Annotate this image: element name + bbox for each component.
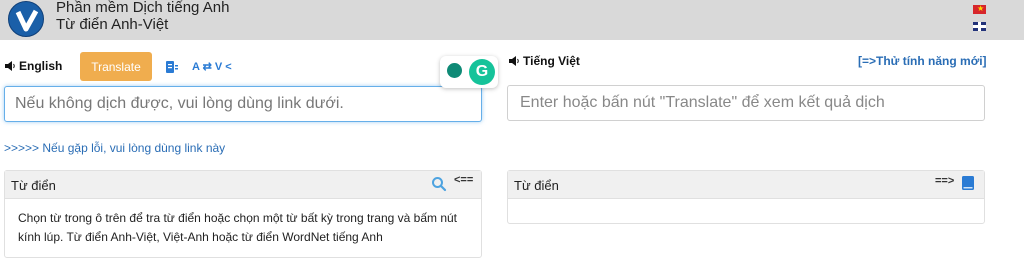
try-new-feature-link[interactable]: [=>Thử tính năng mới]: [858, 54, 987, 68]
app-title: Phần mềm Dịch tiếng Anh: [56, 0, 230, 16]
search-icon[interactable]: [431, 176, 447, 192]
vietnam-flag-icon[interactable]: ★: [973, 4, 986, 14]
right-dictionary-title: Từ điển: [514, 178, 559, 193]
grammarly-widget[interactable]: G: [440, 56, 498, 88]
source-text-input[interactable]: [4, 86, 482, 122]
app-subtitle: Từ điển Anh-Việt: [56, 16, 169, 33]
uk-flag-icon[interactable]: [973, 22, 986, 31]
translate-button[interactable]: Translate: [80, 52, 152, 81]
left-dictionary-body: Chọn từ trong ô trên để tra từ điển hoặc…: [18, 211, 458, 244]
grammarly-icon[interactable]: G: [469, 59, 495, 85]
speaker-icon[interactable]: [508, 55, 520, 67]
swap-language-button[interactable]: A ⇄ V <: [192, 60, 232, 73]
right-dictionary-arrow[interactable]: ==>: [935, 175, 954, 187]
book-icon[interactable]: [961, 175, 975, 191]
source-language-label: English: [4, 59, 62, 73]
lightbulb-icon[interactable]: [447, 63, 462, 78]
target-language-text: Tiếng Việt: [523, 54, 580, 68]
left-dictionary-header: Từ điển <==: [5, 171, 481, 199]
translation-output: Enter hoặc bấn nút "Translate" để xem kế…: [507, 85, 985, 121]
error-fallback-link[interactable]: >>>>> Nếu gặp lỗi, vui lòng dùng link nà…: [4, 141, 225, 155]
left-dictionary-panel: Từ điển <== Chọn từ trong ô trên để tra …: [4, 170, 482, 258]
right-dictionary-header: Từ điển ==>: [508, 171, 984, 199]
left-dictionary-title: Từ điển: [11, 178, 56, 193]
right-dictionary-panel: Từ điển ==>: [507, 170, 985, 224]
app-header: Phần mềm Dịch tiếng Anh Từ điển Anh-Việt…: [0, 0, 1024, 40]
logo-v-icon: [8, 1, 44, 37]
speaker-icon[interactable]: [4, 60, 16, 72]
source-language-text: English: [19, 59, 63, 73]
left-dictionary-arrow[interactable]: <==: [454, 174, 473, 186]
clear-text-icon[interactable]: [165, 60, 179, 74]
target-language-label: Tiếng Việt: [508, 54, 580, 68]
